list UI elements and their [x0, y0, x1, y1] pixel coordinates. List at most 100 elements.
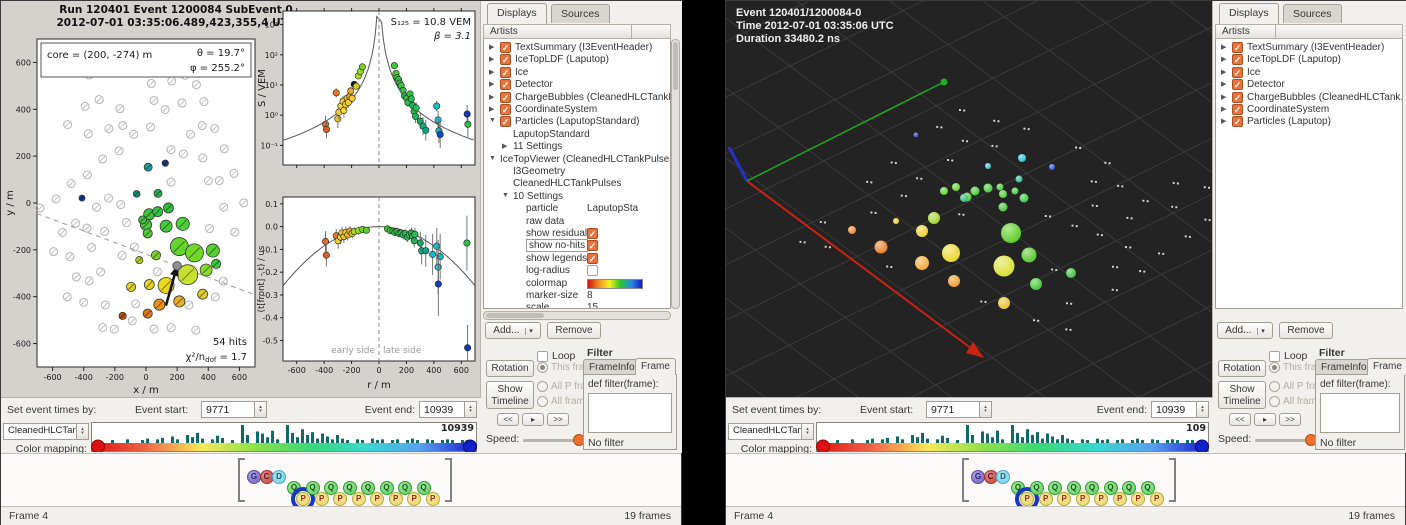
play-button[interactable]: ▸ — [522, 413, 544, 426]
expand-arrow-icon[interactable]: ▶ — [489, 105, 494, 113]
artist-row[interactable]: ▶✓ChargeBubbles (CleanedHLCTank... — [1216, 92, 1402, 105]
frame-circle-P-18[interactable]: P — [426, 492, 440, 506]
ldf-plot[interactable]: 10³10²10¹10⁰10⁻¹S / VEMS₁₂₅ = 10.8 VEMβ … — [255, 1, 481, 191]
expand-arrow-icon[interactable]: ▶ — [502, 142, 507, 150]
histogram-end-handle[interactable] — [1196, 440, 1209, 452]
filter-code-input[interactable] — [588, 393, 672, 433]
setting-row[interactable]: show legends✓ — [484, 253, 670, 266]
frame-circle-G-0[interactable]: G — [971, 470, 985, 484]
frame-circle-P-16[interactable]: P — [1131, 492, 1145, 506]
expand-arrow-icon[interactable]: ▶ — [1221, 93, 1226, 101]
setting-row[interactable]: marker-size8 — [484, 290, 670, 303]
event-histogram[interactable]: 109 — [816, 422, 1209, 452]
artist-row[interactable]: ▶✓IceTopLDF (Laputop) — [1216, 54, 1402, 67]
frame-circle-P-12[interactable]: P — [370, 492, 384, 506]
tree-horizontal-scrollbar[interactable] — [483, 311, 671, 320]
frame-circle-P-8[interactable]: P — [333, 492, 347, 506]
this-frame-radio[interactable] — [1269, 362, 1280, 373]
remove-artist-button[interactable]: Remove — [547, 322, 601, 339]
setting-value[interactable]: LaputopSta — [587, 203, 638, 214]
play-button[interactable]: ▸ — [1254, 413, 1276, 426]
artist-checkbox[interactable]: ✓ — [500, 79, 511, 90]
artist-row[interactable]: ▶✓TextSummary (I3EventHeader) — [1216, 42, 1402, 55]
step-forward-button[interactable]: >> — [1279, 413, 1301, 426]
all-frames-radio[interactable] — [1269, 396, 1280, 407]
setting-row[interactable]: colormap — [484, 278, 670, 291]
artist-row[interactable]: raw data — [484, 216, 670, 229]
histogram-start-handle[interactable] — [92, 440, 105, 452]
expand-arrow-icon[interactable]: ▶ — [1221, 55, 1226, 63]
collapse-arrow-icon[interactable]: ▼ — [489, 117, 496, 124]
remove-artist-button[interactable]: Remove — [1279, 322, 1333, 339]
artist-row[interactable]: ▼✓Particles (LaputopStandard) — [484, 116, 670, 129]
setting-value[interactable]: 8 — [587, 290, 593, 301]
filter-code-input[interactable] — [1320, 393, 1400, 433]
artist-checkbox[interactable]: ✓ — [500, 92, 511, 103]
artist-row[interactable]: ▶✓CoordinateSystem — [484, 104, 670, 117]
expand-arrow-icon[interactable]: ▶ — [1221, 105, 1226, 113]
frame-circle-G-0[interactable]: G — [247, 470, 261, 484]
event-start-input[interactable] — [201, 401, 255, 418]
tab-sources[interactable]: Sources — [551, 4, 610, 23]
event-start-stepper[interactable]: ▴▾ — [979, 401, 992, 418]
loop-checkbox[interactable] — [1269, 351, 1280, 362]
setting-checkbox[interactable]: ✓ — [587, 240, 598, 251]
event-end-stepper[interactable]: ▴▾ — [464, 401, 477, 418]
artist-checkbox[interactable]: ✓ — [500, 116, 511, 127]
all-p-frames-radio[interactable] — [537, 381, 548, 392]
artist-checkbox[interactable]: ✓ — [1232, 79, 1243, 90]
artist-row[interactable]: CleanedHLCTankPulses — [484, 178, 670, 191]
expand-arrow-icon[interactable]: ▶ — [1221, 80, 1226, 88]
collapse-arrow-icon[interactable]: ▼ — [489, 155, 496, 162]
artist-checkbox[interactable]: ✓ — [1232, 54, 1243, 65]
artist-checkbox[interactable]: ✓ — [1232, 67, 1243, 78]
artist-row[interactable]: ▶✓Detector — [484, 79, 670, 92]
setting-row[interactable]: show no-hits✓ — [484, 240, 670, 253]
step-forward-button[interactable]: >> — [547, 413, 569, 426]
tree-vertical-scrollbar[interactable] — [671, 39, 680, 309]
add-artist-button[interactable]: Add... ▾ — [1217, 322, 1273, 339]
tab-displays[interactable]: Displays — [487, 3, 547, 24]
pulse-source-combo-stepper[interactable]: ▴▾ — [801, 423, 814, 440]
expand-arrow-icon[interactable]: ▶ — [489, 68, 494, 76]
artist-row[interactable]: LaputopStandard — [484, 129, 670, 142]
tab-frame[interactable]: Frame — [1367, 358, 1406, 375]
artist-row[interactable]: ▶✓ChargeBubbles (CleanedHLCTankP — [484, 92, 670, 105]
expand-arrow-icon[interactable]: ▶ — [1221, 117, 1226, 125]
artist-row[interactable]: ▶✓Ice — [1216, 67, 1402, 80]
frame-circle-P-18[interactable]: P — [1150, 492, 1164, 506]
event-end-stepper[interactable]: ▴▾ — [1196, 401, 1209, 418]
artist-checkbox[interactable]: ✓ — [500, 67, 511, 78]
loop-checkbox[interactable] — [537, 351, 548, 362]
add-artist-button[interactable]: Add... ▾ — [485, 322, 541, 339]
event-end-input[interactable] — [419, 401, 465, 418]
expand-arrow-icon[interactable]: ▶ — [489, 43, 494, 51]
artist-row[interactable]: ▼10 Settings — [484, 191, 670, 204]
all-p-frames-radio[interactable] — [1269, 381, 1280, 392]
tab-frameinfo[interactable]: FrameInfo — [1315, 359, 1373, 374]
artist-checkbox[interactable]: ✓ — [1232, 104, 1243, 115]
histogram-start-handle[interactable] — [817, 440, 830, 452]
setting-row[interactable]: particleLaputopSta — [484, 203, 670, 216]
pulse-source-combo-stepper[interactable]: ▴▾ — [76, 423, 89, 440]
artist-row[interactable]: I3Geometry — [484, 166, 670, 179]
artist-checkbox[interactable]: ✓ — [500, 104, 511, 115]
artists-column-header-2[interactable] — [1275, 24, 1403, 39]
tab-frame[interactable]: Frame — [635, 358, 676, 375]
step-back-button[interactable]: << — [1229, 413, 1251, 426]
this-frame-radio[interactable] — [537, 362, 548, 373]
station-map-plot[interactable]: -600-600-400-400-200-2000020020040040060… — [1, 31, 269, 397]
event-histogram[interactable]: 10939 — [91, 422, 477, 452]
artist-checkbox[interactable]: ✓ — [500, 54, 511, 65]
expand-arrow-icon[interactable]: ▶ — [489, 55, 494, 63]
artist-checkbox[interactable]: ✓ — [1232, 116, 1243, 127]
colormap-gradient-chip[interactable] — [587, 279, 643, 289]
artist-row[interactable]: ▶✓Ice — [484, 67, 670, 80]
show-timeline-button[interactable]: Show Timeline — [486, 381, 534, 409]
setting-checkbox[interactable]: ✓ — [587, 228, 598, 239]
event-start-input[interactable] — [926, 401, 980, 418]
frame-circle-D-2[interactable]: D — [272, 470, 286, 484]
artists-column-header-2[interactable] — [631, 24, 671, 39]
time-residual-plot[interactable]: 0.10.0-0.1-0.2-0.3-0.4-0.5-600-400-20002… — [255, 191, 481, 397]
histogram-end-handle[interactable] — [464, 440, 477, 452]
